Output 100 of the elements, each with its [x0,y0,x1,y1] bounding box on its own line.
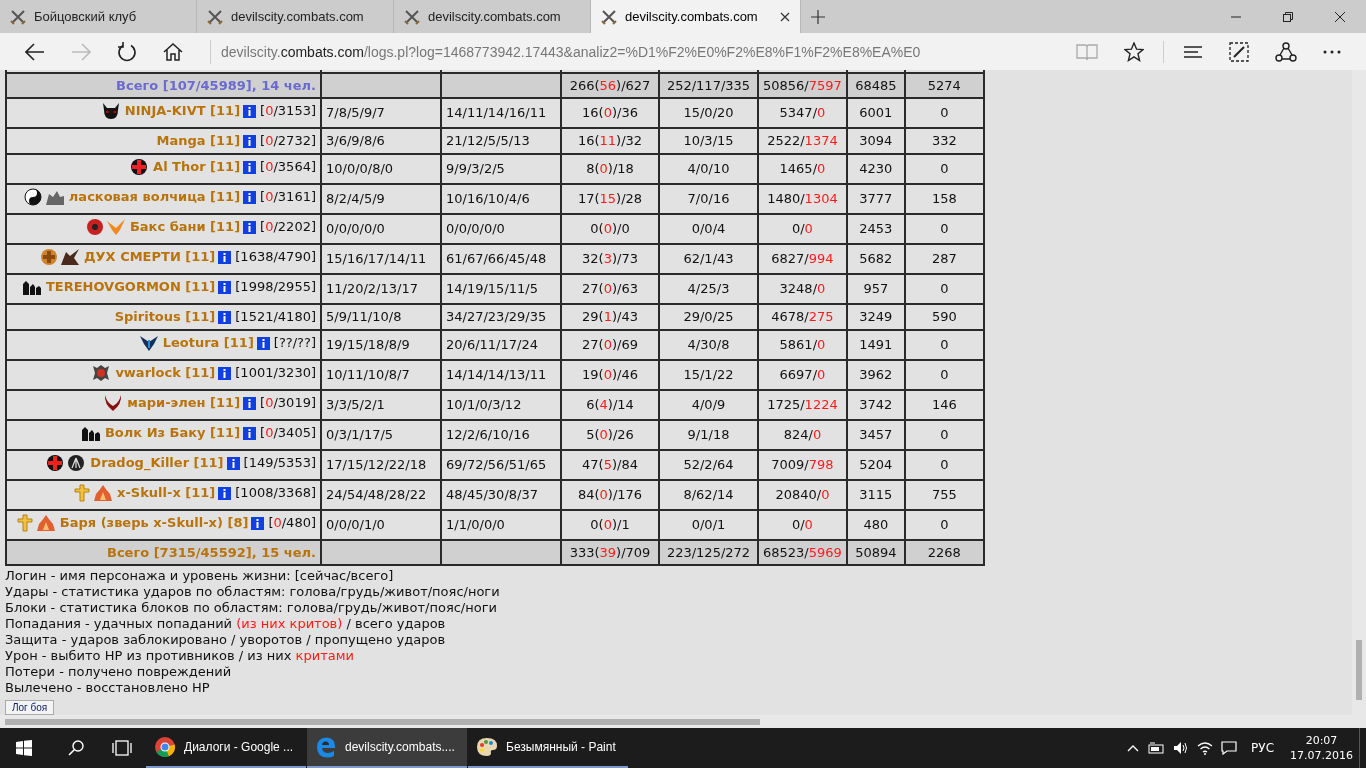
restore-icon[interactable] [1282,10,1294,23]
player-cell: vwarlock [11] [1001/3230] [6,360,321,390]
table-cell: 14/11/14/16/11 [441,98,561,128]
taskbar-app[interactable]: Диалоги - Google ... [146,728,306,768]
table-cell: 2522/1374 [758,128,847,154]
back-arrow-icon[interactable] [25,42,45,61]
info-icon[interactable] [251,516,265,530]
table-cell: 6697/0 [758,360,847,390]
legend-line: Урон - выбито HP из противников / из них критами [5,648,355,664]
info-icon[interactable] [243,160,257,174]
table-cell: 266(56)/627 [561,73,659,98]
close-icon[interactable] [780,11,790,22]
table-cell: 3457 [846,420,905,450]
speaker-icon[interactable] [1173,741,1190,755]
pen-icon[interactable] [1229,41,1249,62]
info-icon[interactable] [243,190,257,204]
horizontal-scrollbar[interactable] [0,715,1366,728]
table-cell: 50856/7597 [758,73,847,98]
hub-icon[interactable] [1183,43,1203,60]
more-icon[interactable] [1323,49,1341,54]
table-cell: 5682 [846,244,905,274]
info-icon[interactable] [218,280,232,294]
team-total-cell: Всего [107/45989], 14 чел. [6,73,321,98]
share-icon[interactable] [1275,41,1297,62]
battery-icon[interactable] [1147,742,1166,754]
table-cell: 1480/1304 [758,184,847,214]
table-cell: 0 [904,360,984,390]
table-cell: 19/15/18/8/9 [321,330,441,360]
table-cell: 17/15/12/22/18 [321,450,441,480]
table-cell: 10/3/15 [659,128,758,154]
info-icon[interactable] [243,104,257,118]
table-cell: 16(0)/36 [561,98,659,128]
orb-emblem-icon [84,218,105,236]
chevron-up-icon[interactable] [1127,744,1140,752]
table-cell: 146 [904,390,984,420]
hp-value: [??/??] [273,335,316,351]
info-icon[interactable] [226,456,240,470]
hp-value: [0/480] [268,515,316,531]
chrome-logo-icon [154,736,176,758]
clock[interactable]: 20:07 17.07.2016 [1290,733,1353,763]
player-cell: Бакс бани [11] [0/2202] [6,214,321,244]
table-cell: 5204 [846,450,905,480]
table-cell: 0/0 [758,510,847,540]
star-icon[interactable] [1124,41,1144,62]
player-cell: мари-элен [11] [0/3019] [6,390,321,420]
table-cell: 4/25/3 [659,274,758,304]
wifi-icon[interactable] [1197,741,1214,755]
table-cell: 48/45/30/8/37 [441,480,561,510]
table-cell: 223/125/272 [659,540,758,565]
info-icon[interactable] [243,134,257,148]
player-cell: Баря (зверь x-Skull-x) [8] [0/480] [6,510,321,540]
table-cell: 480 [846,510,905,540]
table-cell: 0 [904,274,984,304]
info-icon[interactable] [218,366,232,380]
table-cell: 10/11/10/8/7 [321,360,441,390]
hp-value: [0/3564] [260,159,316,175]
info-icon[interactable] [243,426,257,440]
notification-icon[interactable] [1221,741,1238,755]
hp-value: [1998/2955] [235,279,316,295]
taskbar-app[interactable]: Безымянный - Paint [468,728,628,768]
hp-value: [0/2732] [260,133,316,149]
table-cell: 3742 [846,390,905,420]
info-icon[interactable] [243,220,257,234]
table-cell: 47(5)/84 [561,450,659,480]
table-cell: 957 [846,274,905,304]
info-icon[interactable] [243,396,257,410]
windows-logo-icon[interactable] [16,740,32,756]
browser-tab[interactable]: devilscity.combats.com [591,0,801,33]
new-tab-icon[interactable] [811,9,825,24]
info-icon[interactable] [256,336,270,350]
table-cell: 0/0 [758,214,847,244]
table-cell: 3962 [846,360,905,390]
battle-log-button[interactable]: Лог боя [5,700,55,715]
figures-emblem-icon [21,278,42,296]
taskbar-app[interactable]: devilscity.combats.... [307,728,467,768]
refresh-icon[interactable] [117,41,137,62]
table-cell: 4/30/8 [659,330,758,360]
search-icon[interactable] [68,740,84,756]
table-cell: 252/117/335 [659,73,758,98]
info-icon[interactable] [218,486,232,500]
table-cell: 0/0/0/1/0 [321,510,441,540]
hp-value: [1638/4790] [235,249,316,265]
table-cell: 6001 [846,98,905,128]
language-indicator[interactable]: РУС [1251,741,1274,755]
info-icon[interactable] [218,310,232,324]
player-cell: Dradog_Killer [11] [149/5353] [6,450,321,480]
table-cell: 27(0)/63 [561,274,659,304]
player-cell: Волк Из Баку [11] [0/3405] [6,420,321,450]
home-icon[interactable] [163,42,183,61]
player-cell: Manga [11] [0/2732] [6,128,321,154]
table-cell: 20840/0 [758,480,847,510]
close-icon[interactable] [1334,10,1346,23]
player-cell: ДУХ СМЕРТИ [11] [1638/4790] [6,244,321,274]
edge-logo-icon [315,736,337,758]
player-cell: x-Skull-x [11] [1008/3368] [6,480,321,510]
table-cell: 7/8/5/9/7 [321,98,441,128]
info-icon[interactable] [218,250,232,264]
vertical-scrollbar[interactable] [1352,70,1366,715]
table-cell: 158 [904,184,984,214]
task-view-icon[interactable] [112,740,132,756]
